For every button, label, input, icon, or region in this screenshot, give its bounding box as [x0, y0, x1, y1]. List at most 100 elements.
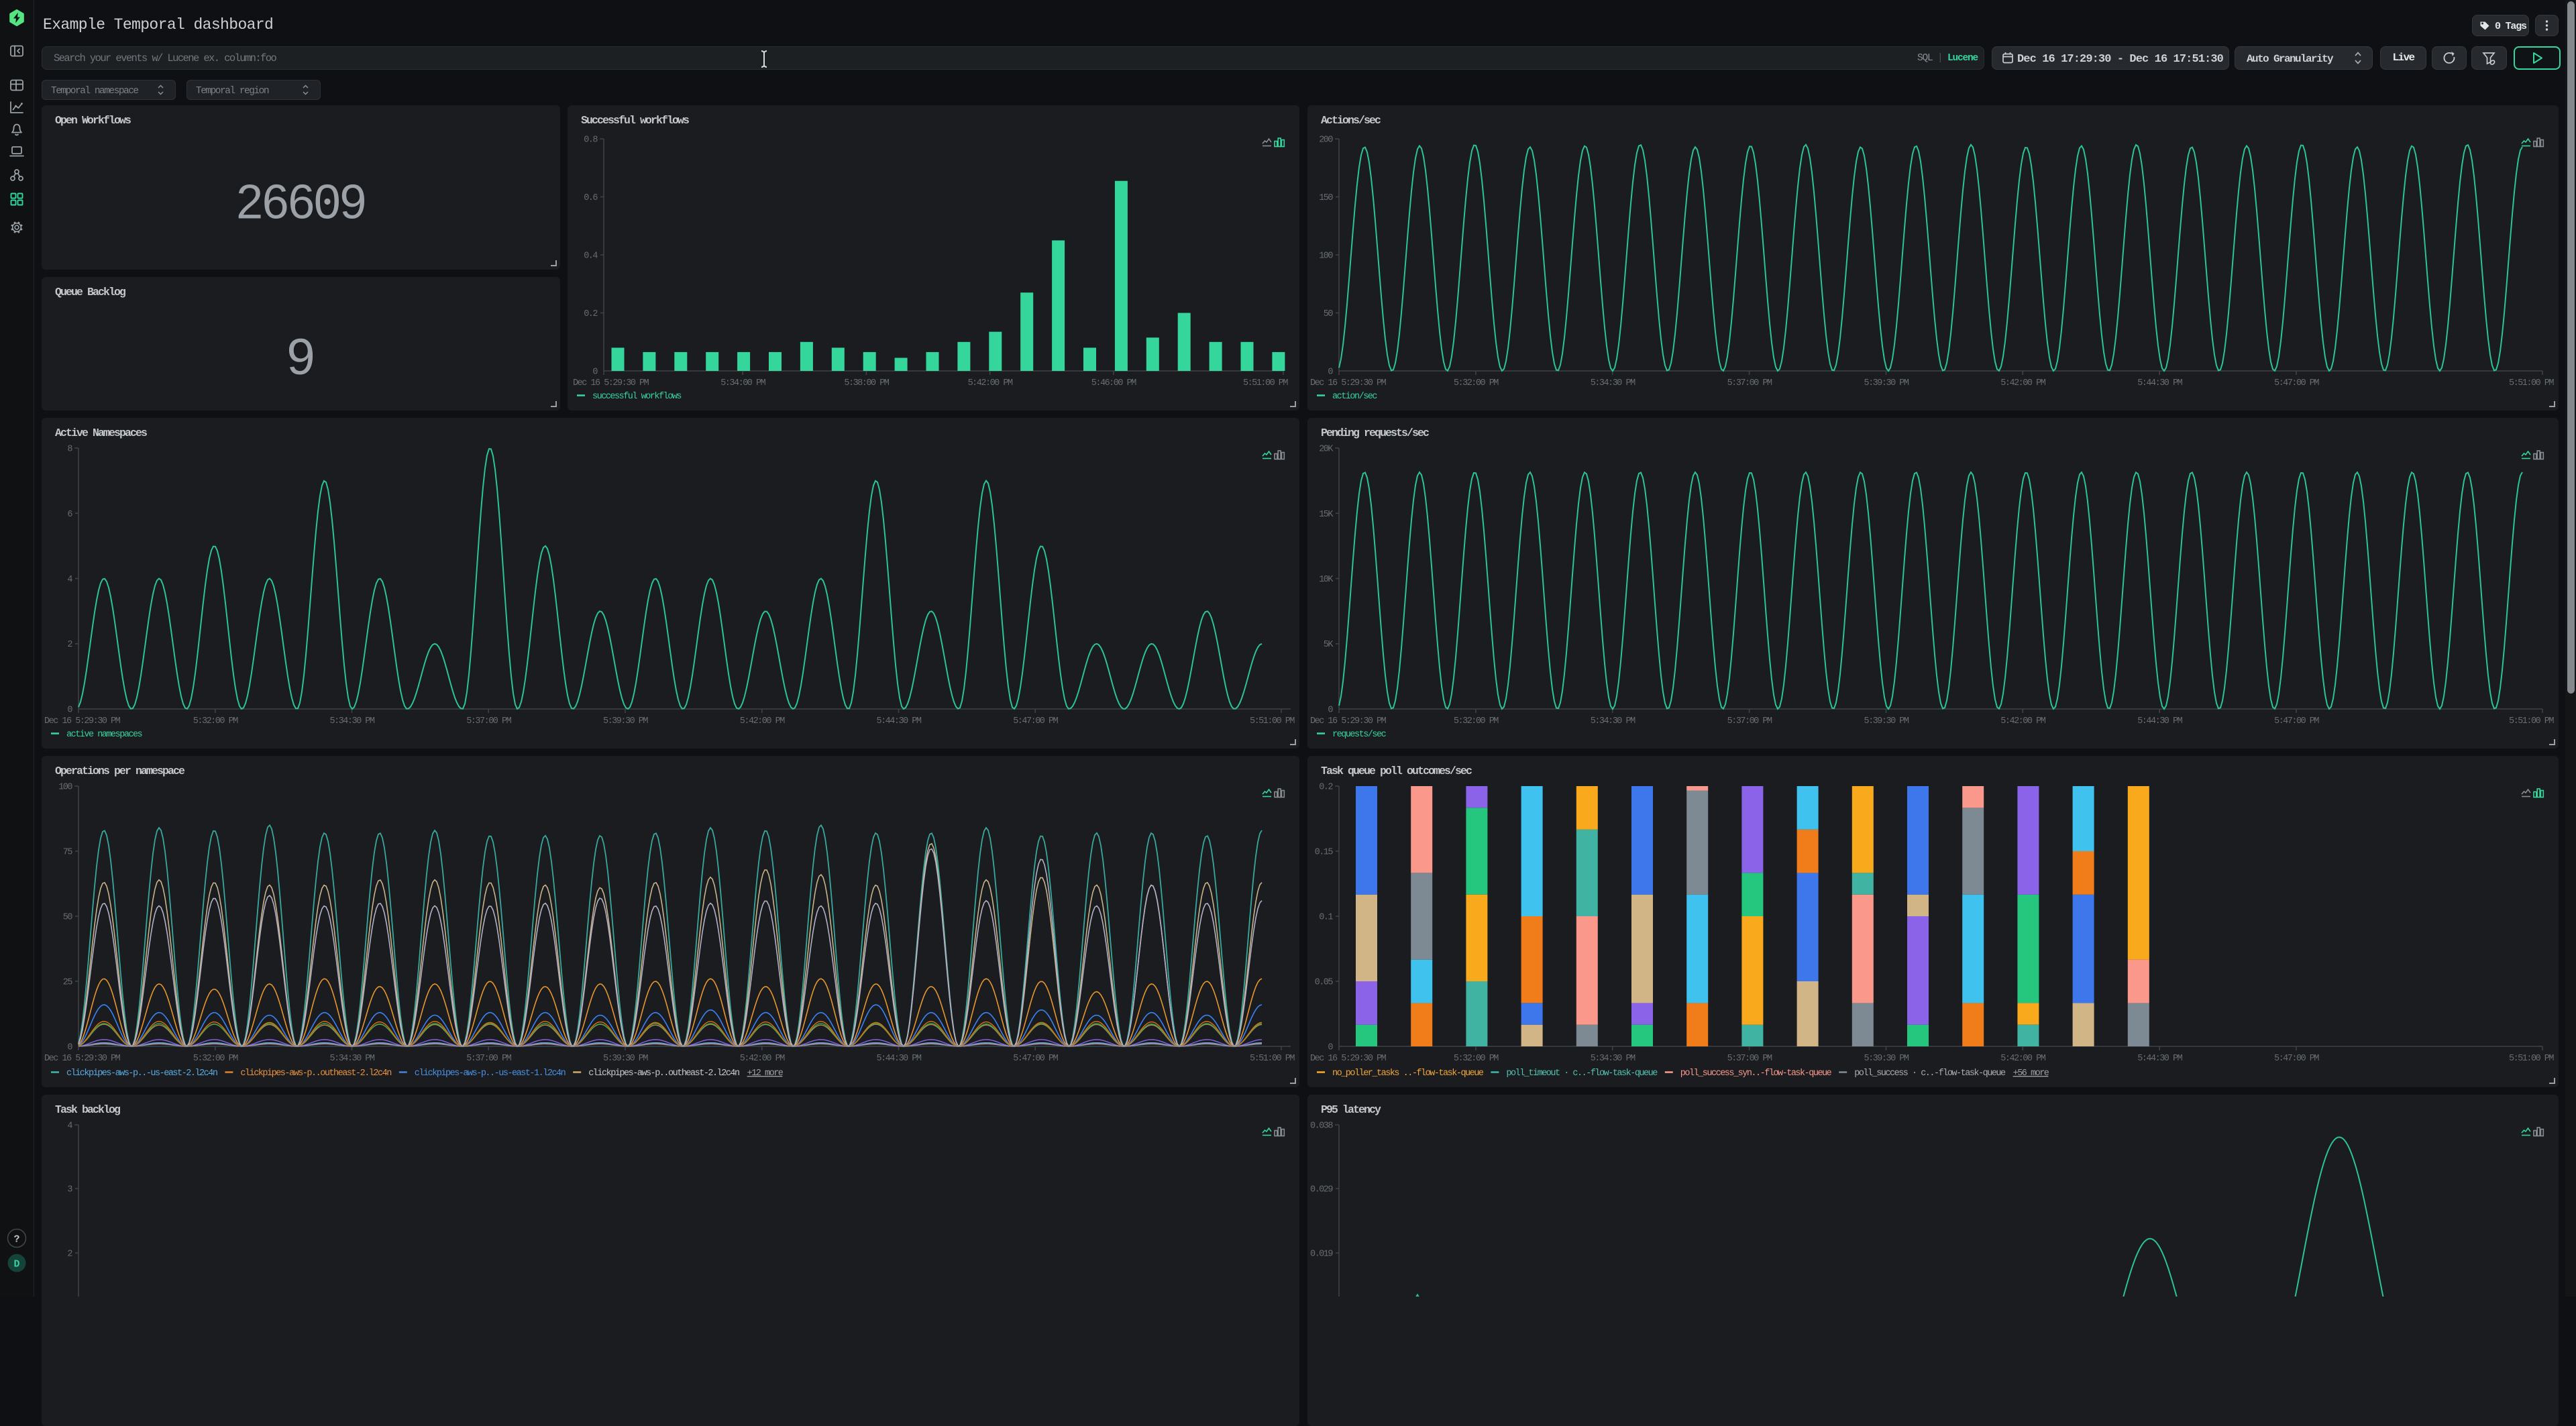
- svg-text:50: 50: [63, 913, 73, 923]
- svg-text:clickpipes-aws-p..outheast-2.l: clickpipes-aws-p..outheast-2.l2c4n: [588, 1068, 739, 1079]
- svg-text:5:34:30 PM: 5:34:30 PM: [329, 716, 374, 726]
- svg-text:5:38:00 PM: 5:38:00 PM: [844, 378, 889, 388]
- svg-text:Pending requests/sec: Pending requests/sec: [1321, 427, 1429, 439]
- svg-text:Actions/sec: Actions/sec: [1321, 114, 1381, 127]
- svg-text:action/sec: action/sec: [1332, 392, 1377, 402]
- svg-text:5:44:30 PM: 5:44:30 PM: [2137, 378, 2182, 388]
- svg-text:Dec 16 17:29:30 - Dec 16 17:51: Dec 16 17:29:30 - Dec 16 17:51:30: [2017, 53, 2224, 66]
- svg-text:5:42:00 PM: 5:42:00 PM: [740, 716, 785, 726]
- svg-text:Queue Backlog: Queue Backlog: [55, 286, 125, 298]
- svg-text:5:39:30 PM: 5:39:30 PM: [1864, 1054, 1909, 1064]
- svg-text:0.019: 0.019: [1310, 1250, 1333, 1260]
- svg-text:25: 25: [63, 978, 73, 988]
- svg-text:5:51:00 PM: 5:51:00 PM: [2509, 716, 2554, 726]
- svg-text:poll_timeout · c..-flow-task-q: poll_timeout · c..-flow-task-queue: [1506, 1068, 1658, 1079]
- svg-text:Dec 16 5:29:30 PM: Dec 16 5:29:30 PM: [44, 716, 121, 726]
- svg-text:Successful workflows: Successful workflows: [581, 114, 689, 127]
- svg-text:5:42:00 PM: 5:42:00 PM: [968, 378, 1013, 388]
- svg-text:0.15: 0.15: [1315, 848, 1334, 858]
- svg-text:5:42:00 PM: 5:42:00 PM: [2000, 716, 2045, 726]
- svg-text:Auto Granularity: Auto Granularity: [2247, 53, 2334, 65]
- svg-text:5:32:00 PM: 5:32:00 PM: [1454, 1054, 1499, 1064]
- svg-text:P95 latency: P95 latency: [1321, 1103, 1381, 1116]
- svg-text:5:47:00 PM: 5:47:00 PM: [1013, 1054, 1058, 1064]
- svg-text:5:51:00 PM: 5:51:00 PM: [1243, 378, 1288, 388]
- svg-text:5:44:30 PM: 5:44:30 PM: [2137, 1054, 2182, 1064]
- svg-text:200: 200: [1319, 135, 1333, 146]
- svg-text:100: 100: [1319, 252, 1333, 262]
- svg-text:Task queue poll outcomes/sec: Task queue poll outcomes/sec: [1321, 765, 1472, 777]
- svg-text:5:51:00 PM: 5:51:00 PM: [2509, 1054, 2554, 1064]
- svg-text:150: 150: [1319, 193, 1333, 203]
- svg-text:5:47:00 PM: 5:47:00 PM: [2274, 1054, 2319, 1064]
- svg-text:Temporal region: Temporal region: [196, 86, 269, 97]
- svg-text:0: 0: [67, 1043, 72, 1053]
- svg-text:5:47:00 PM: 5:47:00 PM: [1013, 716, 1058, 726]
- svg-text:5:51:00 PM: 5:51:00 PM: [1250, 1054, 1295, 1064]
- svg-text:26609: 26609: [236, 176, 366, 229]
- svg-text:5:44:30 PM: 5:44:30 PM: [2137, 716, 2182, 726]
- svg-text:5:42:00 PM: 5:42:00 PM: [2000, 378, 2045, 388]
- svg-text:0.2: 0.2: [584, 309, 598, 319]
- svg-text:0: 0: [1328, 1043, 1333, 1053]
- svg-text:0.1: 0.1: [1319, 913, 1333, 923]
- svg-text:Task backlog: Task backlog: [55, 1103, 120, 1116]
- svg-text:5:37:00 PM: 5:37:00 PM: [466, 1054, 511, 1064]
- svg-text:5:34:30 PM: 5:34:30 PM: [1591, 716, 1635, 726]
- svg-text:0.4: 0.4: [584, 252, 598, 262]
- svg-text:5:51:00 PM: 5:51:00 PM: [1250, 716, 1295, 726]
- svg-text:20K: 20K: [1319, 445, 1334, 455]
- svg-text:75: 75: [63, 848, 73, 858]
- svg-text:0.038: 0.038: [1310, 1121, 1333, 1132]
- svg-text:15K: 15K: [1319, 510, 1334, 520]
- svg-text:2: 2: [67, 640, 72, 650]
- svg-text:clickpipes-aws-p..-us-east-2.l: clickpipes-aws-p..-us-east-2.l2c4n: [66, 1068, 217, 1079]
- svg-text:5:34:30 PM: 5:34:30 PM: [329, 1054, 374, 1064]
- svg-text:Dec 16 5:29:30 PM: Dec 16 5:29:30 PM: [44, 1054, 121, 1064]
- svg-text:no_poller_tasks ..-flow-task-q: no_poller_tasks ..-flow-task-queue: [1332, 1068, 1484, 1079]
- svg-text:0 Tags: 0 Tags: [2495, 21, 2527, 32]
- svg-text:0.6: 0.6: [584, 193, 598, 203]
- svg-text:?: ?: [13, 1234, 19, 1246]
- svg-text:5:32:00 PM: 5:32:00 PM: [1454, 716, 1499, 726]
- svg-text:5:37:00 PM: 5:37:00 PM: [466, 716, 511, 726]
- svg-text:0: 0: [67, 706, 72, 716]
- svg-text:2: 2: [67, 1250, 72, 1260]
- svg-text:0.05: 0.05: [1315, 978, 1334, 988]
- svg-text:0.029: 0.029: [1310, 1185, 1333, 1195]
- svg-text:5:44:30 PM: 5:44:30 PM: [876, 716, 921, 726]
- svg-text:Dec 16 5:29:30 PM: Dec 16 5:29:30 PM: [1310, 1054, 1387, 1064]
- svg-text:Operations per namespace: Operations per namespace: [55, 765, 185, 777]
- svg-text:8: 8: [67, 445, 72, 455]
- svg-text:clickpipes-aws-p..outheast-2.l: clickpipes-aws-p..outheast-2.l2c4n: [240, 1068, 391, 1079]
- svg-text:successful workflows: successful workflows: [592, 392, 681, 402]
- svg-text:5:39:30 PM: 5:39:30 PM: [603, 1054, 648, 1064]
- svg-text:5:46:00 PM: 5:46:00 PM: [1091, 378, 1136, 388]
- svg-text:Open Workflows: Open Workflows: [55, 114, 131, 127]
- svg-text:Temporal namespace: Temporal namespace: [51, 86, 138, 97]
- svg-text:9: 9: [286, 329, 315, 386]
- svg-text:poll_success_syn..-flow-task-q: poll_success_syn..-flow-task-queue: [1680, 1068, 1832, 1079]
- svg-text:0: 0: [1328, 706, 1333, 716]
- svg-text:5:47:00 PM: 5:47:00 PM: [2274, 716, 2319, 726]
- svg-text:Dec 16 5:29:30 PM: Dec 16 5:29:30 PM: [1310, 716, 1387, 726]
- svg-text:5:39:30 PM: 5:39:30 PM: [603, 716, 648, 726]
- svg-text:5:42:00 PM: 5:42:00 PM: [2000, 1054, 2045, 1064]
- svg-text:6: 6: [67, 510, 72, 520]
- svg-text:5:34:30 PM: 5:34:30 PM: [1591, 378, 1635, 388]
- svg-text:5:44:30 PM: 5:44:30 PM: [876, 1054, 921, 1064]
- svg-text:0: 0: [1328, 368, 1333, 378]
- svg-text:Dec 16 5:29:30 PM: Dec 16 5:29:30 PM: [1310, 378, 1387, 388]
- svg-text:50: 50: [1324, 309, 1334, 319]
- svg-text:5:39:30 PM: 5:39:30 PM: [1864, 716, 1909, 726]
- svg-text:5K: 5K: [1324, 640, 1334, 650]
- svg-text:active namespaces: active namespaces: [66, 730, 142, 740]
- svg-text:+12 more: +12 more: [747, 1068, 784, 1079]
- svg-text:5:47:00 PM: 5:47:00 PM: [2274, 378, 2319, 388]
- svg-text:100: 100: [58, 783, 72, 793]
- svg-text:10K: 10K: [1319, 575, 1334, 585]
- svg-text:5:32:00 PM: 5:32:00 PM: [1454, 378, 1499, 388]
- svg-text:requests/sec: requests/sec: [1332, 730, 1387, 740]
- svg-text:3: 3: [67, 1185, 72, 1195]
- svg-text:5:39:30 PM: 5:39:30 PM: [1864, 378, 1909, 388]
